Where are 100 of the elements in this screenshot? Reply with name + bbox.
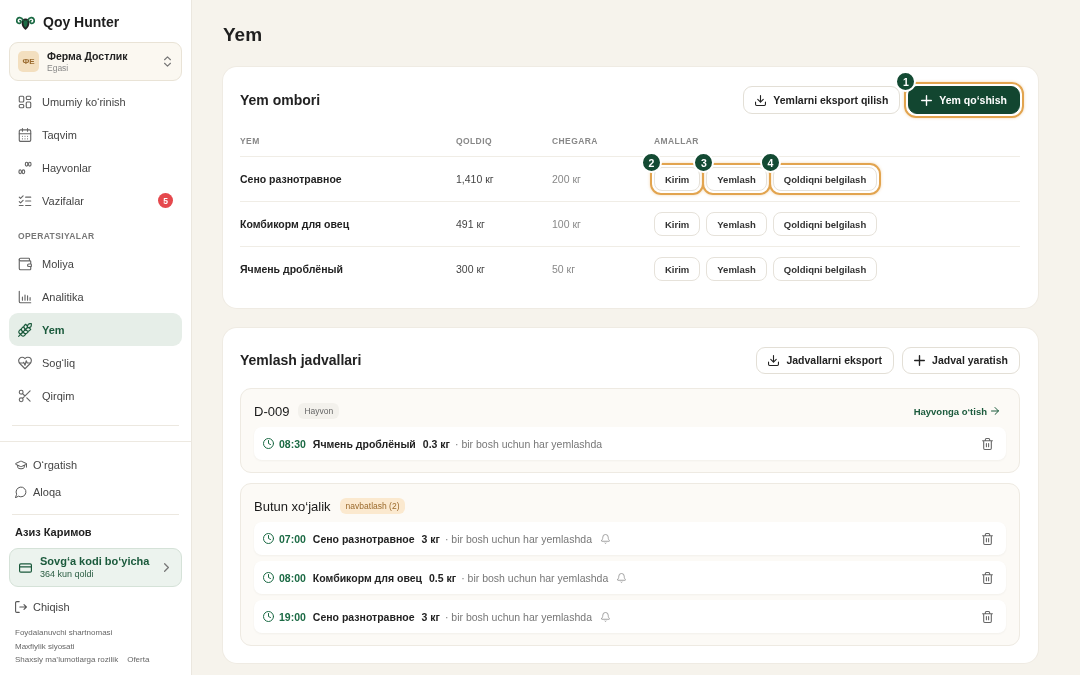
section-heading: OPERATSIYALAR <box>17 230 96 243</box>
clock-icon <box>263 611 274 622</box>
table-cell: 50 кг <box>552 263 576 275</box>
feed-note: · bir bosh uchun har yemlashda <box>444 610 592 623</box>
table-cell: 1,410 кг <box>456 173 494 185</box>
ram-head-icon <box>16 14 35 30</box>
table-cell: 200 кг <box>552 173 581 185</box>
farm-name: Ферма Достлик <box>47 49 128 63</box>
legal-link[interactable]: Shaxsiy ma’lumotlarga rozilik <box>15 653 119 667</box>
download-icon <box>755 94 767 106</box>
feed-name: Сено разнотравное <box>312 610 415 623</box>
delete-button[interactable] <box>982 571 993 584</box>
credit-card-icon <box>19 562 32 573</box>
chevron-right-icon <box>164 563 169 572</box>
nav-item[interactable]: Sog‘liq <box>9 346 182 379</box>
chat-bubble-icon <box>15 485 27 498</box>
action-button[interactable]: Kirim <box>654 167 701 191</box>
nav-item[interactable]: Aloqa <box>9 478 182 505</box>
nav-item[interactable]: Umumiy ko‘rinish <box>9 85 182 118</box>
nav-item[interactable]: Hayvonlar <box>9 151 182 184</box>
plus-icon <box>914 354 926 366</box>
subscription-days: 364 kun qoldi <box>40 568 94 580</box>
trash-icon <box>982 437 993 450</box>
animal-link[interactable]: Hayvonga o‘tish <box>913 405 999 417</box>
download-icon <box>768 354 780 366</box>
group-title: D-009 <box>254 403 290 419</box>
table-cell: Сено разнотравное <box>240 173 342 185</box>
feed-amount: 0.3 кг <box>422 437 450 450</box>
action-button[interactable]: Yemlash <box>706 257 767 281</box>
nav-item[interactable]: Analitika <box>9 280 182 313</box>
action-button[interactable]: Kirim <box>654 212 701 236</box>
nav-item[interactable]: O‘rgatish <box>9 451 182 478</box>
table-cell: Ячмень дроблёный <box>240 263 343 275</box>
group-tag: navbatlash (2) <box>339 498 406 514</box>
trash-icon <box>982 571 993 584</box>
action-button[interactable]: Qoldiqni belgilash <box>772 167 878 191</box>
nav-item[interactable]: Taqvim <box>9 118 182 151</box>
farm-avatar: ФЕ <box>18 51 39 72</box>
delete-button[interactable] <box>982 437 993 450</box>
farm-role: Egasi <box>47 62 69 74</box>
action-button[interactable]: Kirim <box>654 257 701 281</box>
page-title: Yem <box>223 23 263 47</box>
wallet-icon <box>18 256 32 271</box>
feed-name: Сено разнотравное <box>312 532 415 545</box>
chevrons-up-down-icon <box>164 56 171 67</box>
delete-button[interactable] <box>982 532 993 545</box>
feed-amount: 3 кг <box>421 532 440 545</box>
table-cell: Комбикорм для овец <box>240 218 350 230</box>
group-tag: Hayvon <box>298 403 340 419</box>
brand-name: Qoy Hunter <box>43 14 120 30</box>
nav-item[interactable]: Qirqim <box>9 379 182 412</box>
feed-amount: 3 кг <box>421 610 440 623</box>
bar-chart-icon <box>18 289 32 304</box>
clock-icon <box>263 438 274 449</box>
legal-link[interactable]: Foydalanuvchi shartnomasi <box>15 626 113 640</box>
clock-icon <box>263 533 274 544</box>
feed-time: 08:30 <box>279 437 306 450</box>
nav-item[interactable]: Yem <box>9 313 182 346</box>
feed-note: · bir bosh uchun har yemlashda <box>455 437 603 450</box>
subscription-card[interactable]: Sovg‘a kodi bo‘yicha 364 kun qoldi <box>9 548 182 587</box>
export-button[interactable]: Jadvallarni eksport <box>756 346 895 374</box>
calendar-icon <box>18 127 32 142</box>
feed-amount: 0.5 кг <box>429 571 457 584</box>
column-header: YEM <box>240 135 260 147</box>
legal-link[interactable]: Maxfiylik siyosati <box>15 639 75 653</box>
card-title: Yem ombori <box>240 92 321 108</box>
add-button[interactable]: Yem qo‘shish <box>908 86 1020 114</box>
arrow-right-icon <box>991 407 999 415</box>
clock-icon <box>263 572 274 583</box>
column-header: QOLDIQ <box>456 135 492 147</box>
step-badge: 2 <box>641 152 662 173</box>
action-button[interactable]: Yemlash <box>706 212 767 236</box>
subscription-title: Sovg‘a kodi bo‘yicha <box>40 555 150 568</box>
action-button[interactable]: Qoldiqni belgilash <box>772 212 878 236</box>
user-name: Азиз Каримов <box>14 525 92 539</box>
hoofprints-icon <box>18 160 32 175</box>
nav-item[interactable]: Vazifalar 5 <box>9 184 182 217</box>
feed-time: 07:00 <box>279 532 306 545</box>
graduation-cap-icon <box>15 458 27 471</box>
step-badge: 1 <box>895 71 917 92</box>
export-button[interactable]: Yemlarni eksport qilish <box>743 86 901 114</box>
action-button[interactable]: Yemlash <box>706 167 767 191</box>
action-button[interactable]: Qoldiqni belgilash <box>772 257 878 281</box>
plus-icon <box>921 94 933 106</box>
heart-pulse-icon <box>18 355 32 370</box>
farm-selector[interactable]: ФЕ Ферма Достлик Egasi <box>9 42 182 81</box>
logout-link[interactable]: Chiqish <box>9 593 70 620</box>
trash-icon <box>982 532 993 545</box>
feed-note: · bir bosh uchun har yemlashda <box>444 532 592 545</box>
column-header: CHEGARA <box>552 135 598 147</box>
trash-icon <box>982 610 993 623</box>
nav-item[interactable]: Moliya <box>9 247 182 280</box>
column-header: AMALLAR <box>654 135 699 147</box>
delete-button[interactable] <box>982 610 993 623</box>
scissors-icon <box>18 388 32 403</box>
logout-icon <box>15 600 27 613</box>
legal-link[interactable]: Oferta <box>127 653 150 667</box>
checklist-icon <box>18 193 32 208</box>
table-cell: 491 кг <box>456 218 485 230</box>
create-button[interactable]: Jadval yaratish <box>902 346 1020 374</box>
